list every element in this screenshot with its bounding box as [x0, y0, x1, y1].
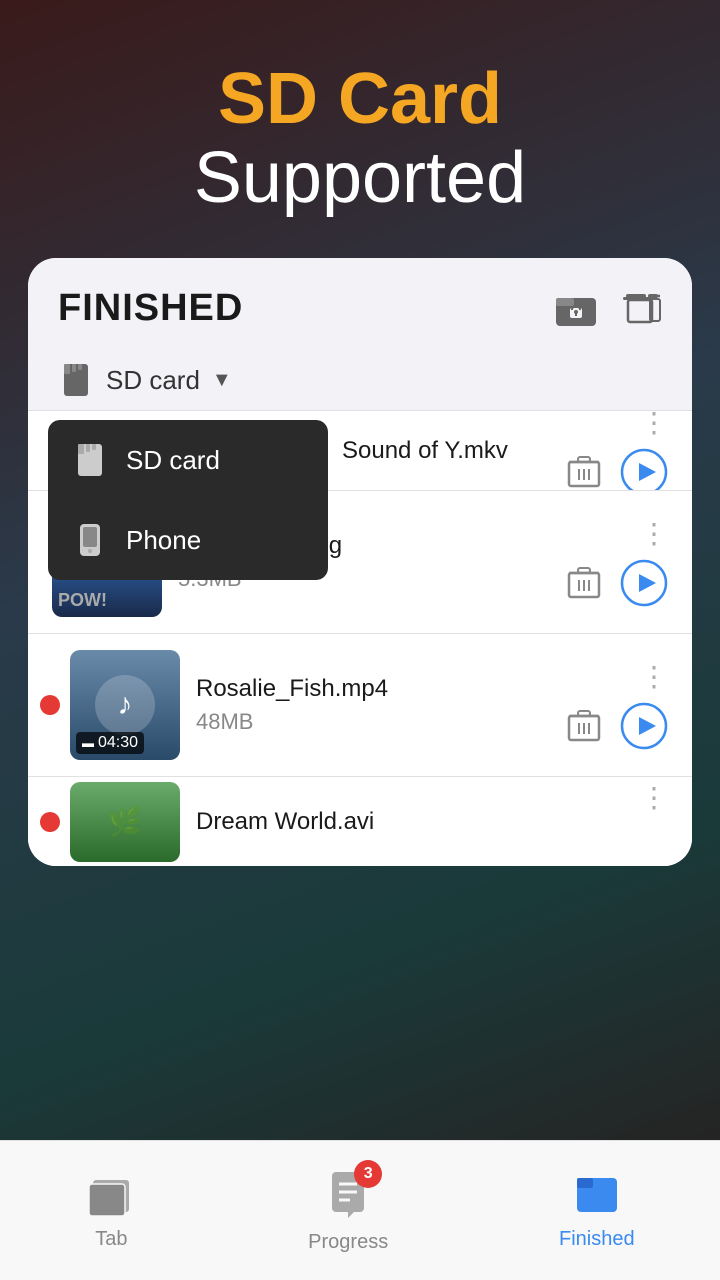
- header: SD Card Supported: [0, 0, 720, 258]
- card-header-icons: [554, 286, 662, 330]
- header-title-orange: SD Card: [20, 60, 700, 139]
- more-icon-1[interactable]: ⋮: [640, 410, 668, 439]
- bottom-nav: Tab 3 Progress Finished: [0, 1140, 720, 1280]
- file-name-1: Sound of Y.mkv: [342, 437, 508, 464]
- file-item-4: 🌿 Dream World.avi ⋮: [28, 776, 692, 866]
- red-dot-4: [40, 812, 60, 832]
- dropdown-sdcard-label: SD card: [126, 445, 220, 476]
- main-card: FINISHED: [28, 258, 692, 866]
- sd-card-icon: [58, 362, 94, 398]
- nav-item-tab[interactable]: Tab: [85, 1170, 137, 1251]
- file-actions-3: ⋮: [564, 660, 668, 750]
- file-name-4: Dream World.avi: [196, 808, 624, 836]
- more-icon-3[interactable]: ⋮: [640, 660, 668, 693]
- dropdown-item-phone[interactable]: Phone: [48, 500, 328, 580]
- file-actions-2: ⋮: [564, 517, 668, 607]
- nav-item-progress[interactable]: 3 Progress: [308, 1168, 388, 1254]
- dropdown-sd-icon: [72, 442, 108, 478]
- progress-label: Progress: [308, 1231, 388, 1254]
- delete-btn-2[interactable]: [564, 563, 604, 603]
- file-size-3: 48MB: [196, 709, 548, 735]
- card-title: FINISHED: [58, 287, 243, 330]
- file-info-4: Dream World.avi: [196, 808, 624, 836]
- file-actions-4: ⋮: [640, 777, 668, 867]
- file-item-3: ♪ ▬ 04:30 Rosalie_Fish.mp4 48MB ⋮: [28, 633, 692, 776]
- delete-btn-3[interactable]: [564, 706, 604, 746]
- file-thumb-3: ♪ ▬ 04:30: [70, 650, 180, 760]
- more-icon-2[interactable]: ⋮: [640, 517, 668, 550]
- location-bar[interactable]: SD card ▼ SD card Phone: [28, 350, 692, 410]
- file-actions-1: ⋮: [564, 410, 668, 490]
- card-header: FINISHED: [28, 258, 692, 350]
- red-dot-3: [40, 695, 60, 715]
- location-label: SD card: [106, 365, 200, 396]
- tab-label: Tab: [95, 1228, 127, 1251]
- header-title-white: Supported: [20, 139, 700, 218]
- play-btn-1[interactable]: [620, 448, 668, 491]
- tab-icon: [85, 1170, 137, 1222]
- dropdown-phone-icon: [72, 522, 108, 558]
- dropdown-phone-label: Phone: [126, 525, 201, 556]
- play-btn-3[interactable]: [620, 702, 668, 750]
- play-btn-2[interactable]: [620, 559, 668, 607]
- file-name-3: Rosalie_Fish.mp4: [196, 675, 548, 703]
- nav-item-finished[interactable]: Finished: [559, 1170, 635, 1251]
- file-thumb-4: 🌿: [70, 782, 180, 862]
- chevron-down-icon: ▼: [212, 369, 232, 392]
- finished-label: Finished: [559, 1228, 635, 1251]
- location-dropdown[interactable]: SD card Phone: [48, 420, 328, 580]
- folder-lock-icon[interactable]: [554, 286, 598, 330]
- finished-icon: [571, 1170, 623, 1222]
- delete-list-icon[interactable]: [618, 286, 662, 330]
- file-info-3: Rosalie_Fish.mp4 48MB: [196, 675, 548, 735]
- progress-badge: 3: [354, 1160, 382, 1188]
- delete-btn-1[interactable]: [564, 452, 604, 491]
- video-duration-3: ▬ 04:30: [76, 732, 144, 754]
- more-icon-4[interactable]: ⋮: [640, 781, 668, 814]
- dropdown-item-sdcard[interactable]: SD card: [48, 420, 328, 500]
